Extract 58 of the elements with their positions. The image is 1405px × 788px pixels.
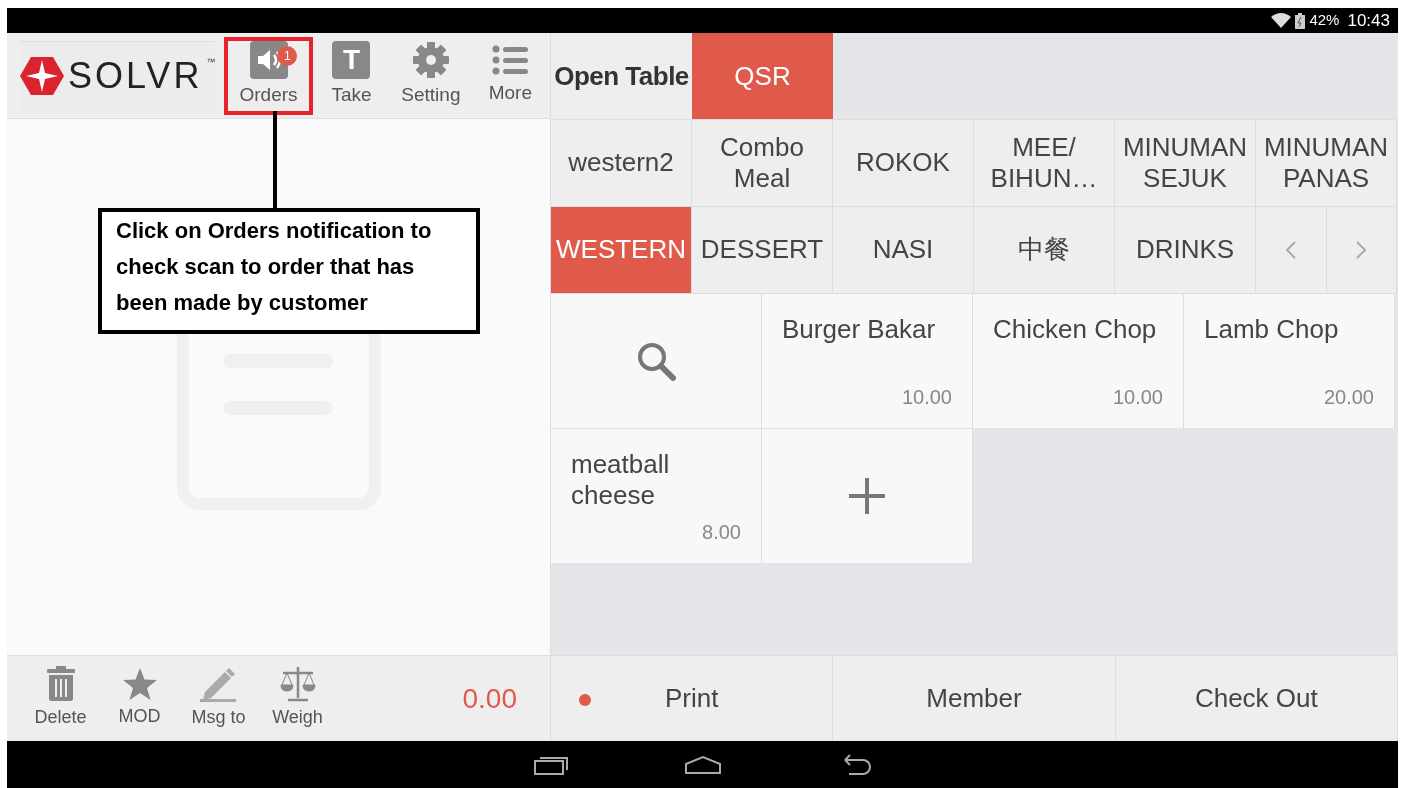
search-icon <box>636 341 676 381</box>
category-tab[interactable]: DRINKS <box>1115 206 1256 293</box>
item-name: meatball cheese <box>571 449 671 512</box>
category-tab[interactable]: Combo Meal <box>692 119 833 206</box>
item-price: 8.00 <box>701 520 741 545</box>
trash-icon <box>45 666 76 702</box>
chevron-right-icon <box>1355 240 1368 260</box>
menu-item-card[interactable]: Chicken Chop 10.00 <box>973 293 1184 428</box>
trademark-sign: ™ <box>206 55 216 69</box>
category-tab[interactable]: MEE/ BIHUN… <box>974 119 1115 206</box>
scale-icon <box>279 666 316 702</box>
logo-wordmark: SOLVR <box>68 58 203 94</box>
action-button[interactable]: Weigh <box>258 666 337 731</box>
add-item-button[interactable] <box>762 428 973 563</box>
item-price: 20.00 <box>1322 385 1374 410</box>
home-icon[interactable] <box>683 754 722 775</box>
category-tab[interactable]: ROKOK <box>833 119 974 206</box>
item-price: 10.00 <box>1111 385 1163 410</box>
menu-item-card[interactable]: Lamb Chop 20.00 <box>1184 293 1395 428</box>
battery-percent: 42% <box>1309 10 1340 31</box>
previous-page-button[interactable] <box>1256 206 1327 293</box>
category-tab[interactable]: MINUMAN PANAS <box>1256 119 1397 206</box>
pencil-icon <box>198 666 239 702</box>
toolbar-button[interactable]: Setting <box>391 37 471 114</box>
toolbar-button[interactable]: T Take <box>311 37 392 114</box>
category-tab[interactable]: MINUMAN SEJUK <box>1115 119 1256 206</box>
clock-time: 10:43 <box>1347 9 1390 32</box>
star-icon <box>121 667 158 701</box>
menu-item-card[interactable]: meatball cheese 8.00 <box>551 428 762 563</box>
speaker-icon <box>249 41 288 80</box>
category-tab[interactable]: western2 <box>551 119 692 206</box>
category-tab[interactable]: DESSERT <box>692 206 833 293</box>
category-tab[interactable]: NASI <box>833 206 974 293</box>
gear-icon <box>411 41 450 80</box>
action-button[interactable]: Msg to <box>179 666 258 731</box>
menu-item-card[interactable]: Burger Bakar 10.00 <box>762 293 973 428</box>
category-tab[interactable]: WESTERN <box>551 206 692 293</box>
action-button[interactable]: Delete <box>21 666 100 731</box>
order-total: 0.00 <box>462 681 517 716</box>
mode-tab[interactable]: QSR <box>692 33 833 119</box>
letter-tile-icon: T <box>332 41 371 80</box>
search-button[interactable] <box>551 293 762 428</box>
chevron-left-icon <box>1284 240 1297 260</box>
plus-icon <box>849 478 885 514</box>
item-name: Chicken Chop <box>993 314 1158 346</box>
toolbar-button[interactable]: Orders 1 <box>225 37 312 114</box>
table-label: Open Table <box>551 33 692 119</box>
item-price: 10.00 <box>900 385 952 410</box>
annotation-callout: Click on Orders notification to check scan to order that has been made by customer <box>98 208 480 334</box>
wifi-icon <box>1271 13 1292 28</box>
logo-icon <box>20 56 64 96</box>
battery-icon <box>1295 12 1306 29</box>
category-tab[interactable]: 中餐 <box>974 206 1115 293</box>
item-name: Lamb Chop <box>1204 314 1340 346</box>
toolbar-button[interactable]: More <box>470 37 550 114</box>
item-name: Burger Bakar <box>782 314 937 346</box>
action-button[interactable]: MOD <box>100 667 179 730</box>
next-page-button[interactable] <box>1326 206 1397 293</box>
